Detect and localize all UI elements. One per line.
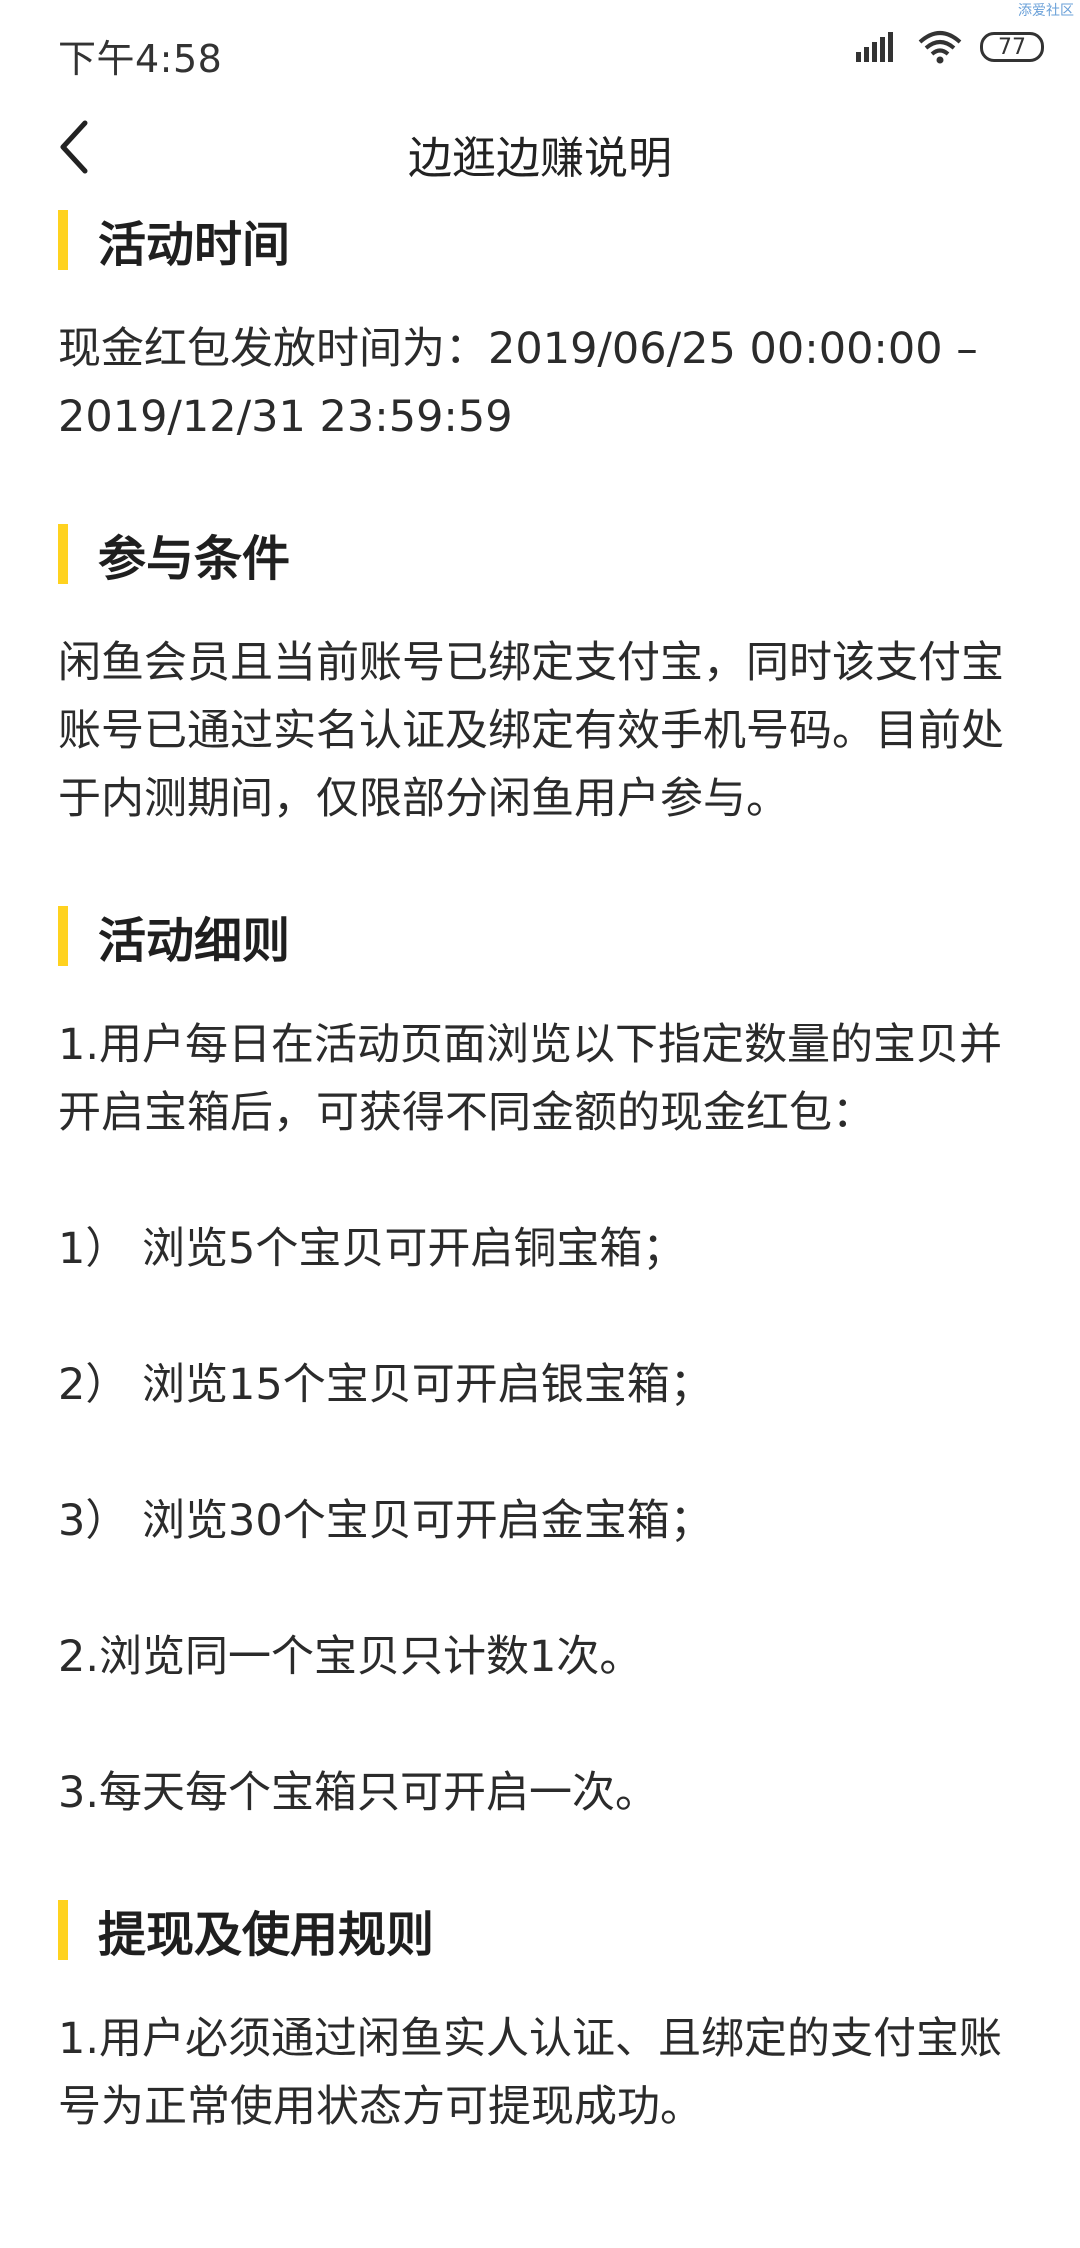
section-header: 活动细则	[58, 901, 1018, 971]
page-title: 边逛边赚说明	[408, 133, 672, 184]
status-time: 下午4:58	[58, 37, 223, 81]
section-title: 活动时间	[98, 217, 291, 273]
watermark: 添爱社区	[1018, 3, 1074, 19]
section-accent-bar	[58, 524, 68, 584]
section-paragraph: 1） 浏览5个宝贝可开启铜宝箱；	[58, 1224, 686, 1274]
section-withdrawal: 提现及使用规则 1.用户必须通过闲鱼实人认证、且绑定的支付宝账号为正常使用状态方…	[58, 1895, 1018, 2141]
section-accent-bar	[58, 210, 68, 270]
battery-level: 77	[998, 34, 1026, 60]
status-bar: 下午4:58 添爱社区 77	[0, 0, 1080, 100]
section-paragraph: 1.用户必须通过闲鱼实人认证、且绑定的支付宝账号为正常使用状态方可提现成功。	[58, 2014, 1003, 2132]
battery-icon: 77	[980, 32, 1044, 62]
section-header: 提现及使用规则	[58, 1895, 1018, 1965]
section-paragraph: 1.用户每日在活动页面浏览以下指定数量的宝贝并开启宝箱后，可获得不同金额的现金红…	[58, 1020, 1003, 1138]
section-eligibility: 参与条件 闲鱼会员且当前账号已绑定支付宝，同时该支付宝账号已通过实名认证及绑定有…	[58, 519, 1018, 833]
section-title: 活动细则	[98, 913, 291, 969]
nav-bar: 边逛边赚说明	[0, 100, 1080, 200]
content: 活动时间 现金红包发放时间为：2019/06/25 00:00:00 – 201…	[58, 205, 1018, 2209]
signal-icon	[856, 32, 900, 62]
section-header: 参与条件	[58, 519, 1018, 589]
section-paragraph: 3.每天每个宝箱只可开启一次。	[58, 1768, 659, 1818]
wifi-icon	[918, 30, 962, 64]
section-paragraph: 3） 浏览30个宝贝可开启金宝箱；	[58, 1496, 713, 1546]
section-rules: 活动细则 1.用户每日在活动页面浏览以下指定数量的宝贝并开启宝箱后，可获得不同金…	[58, 901, 1018, 1827]
section-paragraph: 闲鱼会员且当前账号已绑定支付宝，同时该支付宝账号已通过实名认证及绑定有效手机号码…	[58, 638, 1004, 824]
section-accent-bar	[58, 1900, 68, 1960]
status-icons: 77	[856, 30, 1044, 64]
section-header: 活动时间	[58, 205, 1018, 275]
section-activity-time: 活动时间 现金红包发放时间为：2019/06/25 00:00:00 – 201…	[58, 205, 1018, 451]
section-title: 提现及使用规则	[98, 1907, 435, 1963]
section-accent-bar	[58, 906, 68, 966]
section-paragraph: 2.浏览同一个宝贝只计数1次。	[58, 1632, 643, 1682]
section-paragraph: 2） 浏览15个宝贝可开启银宝箱；	[58, 1360, 713, 1410]
section-paragraph: 现金红包发放时间为：2019/06/25 00:00:00 – 2019/12/…	[58, 324, 978, 442]
section-title: 参与条件	[98, 531, 291, 587]
